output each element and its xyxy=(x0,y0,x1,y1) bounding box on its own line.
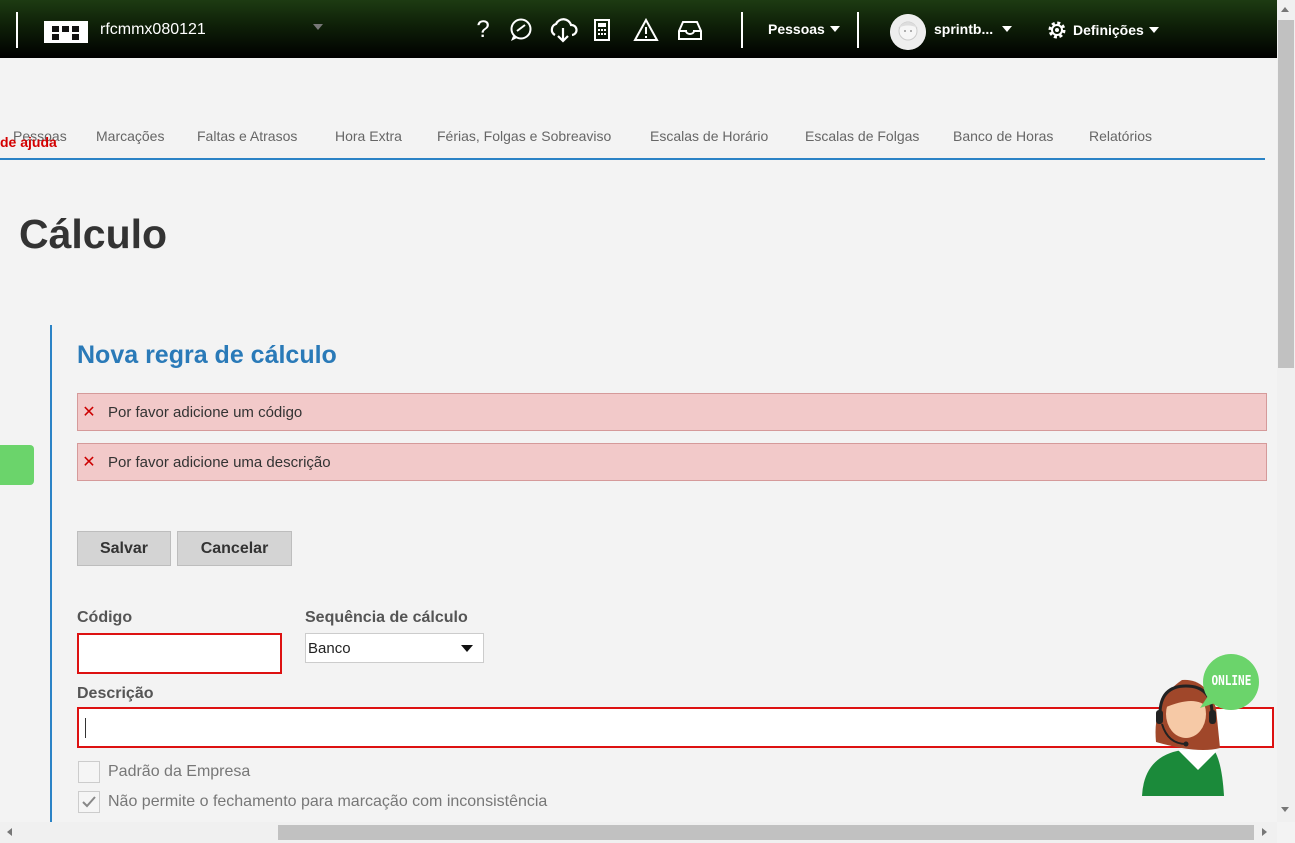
gear-icon xyxy=(1048,21,1066,39)
scroll-up-icon[interactable] xyxy=(1281,7,1289,12)
panel-border xyxy=(50,325,52,843)
sequence-label: Sequência de cálculo xyxy=(305,609,468,626)
chevron-down-icon[interactable] xyxy=(313,24,323,30)
settings-menu[interactable]: Definições xyxy=(1046,19,1159,41)
account-selector[interactable]: rfcmmx080121 xyxy=(100,21,206,39)
sequence-select[interactable]: Banco xyxy=(305,633,484,663)
error-icon: ✕ xyxy=(82,454,96,471)
cancel-button[interactable]: Cancelar xyxy=(177,531,292,566)
description-field[interactable] xyxy=(77,707,1274,748)
chat-bubble-icon[interactable] xyxy=(507,17,535,43)
divider xyxy=(857,12,859,48)
text-cursor xyxy=(85,718,86,738)
company-default-option[interactable]: Padrão da Empresa xyxy=(78,761,250,783)
inbox-icon[interactable] xyxy=(677,17,703,43)
side-tab[interactable] xyxy=(0,445,34,485)
nav-item-escalas-horario[interactable]: Escalas de Horário xyxy=(650,128,768,144)
no-close-option[interactable]: Não permite o fechamento para marcação c… xyxy=(78,791,547,813)
cloud-download-icon[interactable] xyxy=(547,17,579,43)
scroll-left-icon[interactable] xyxy=(7,828,12,836)
help-overlay-text[interactable]: de ajuda xyxy=(0,134,57,150)
top-bar: rfcmmx080121 ? Pessoas sprintb... Defini… xyxy=(0,0,1277,58)
people-menu[interactable]: Pessoas xyxy=(768,21,840,37)
main-nav: Pessoas Marcações Faltas e Atrasos Hora … xyxy=(0,118,1265,160)
scroll-right-icon[interactable] xyxy=(1262,828,1267,836)
page-title: Cálculo xyxy=(19,211,168,257)
user-menu[interactable]: sprintb... xyxy=(934,21,1013,37)
alert-error: ✕ Por favor adicione uma descrição xyxy=(77,443,1267,481)
alert-text: Por favor adicione um código xyxy=(108,403,303,421)
help-icon[interactable]: ? xyxy=(474,16,492,43)
code-field[interactable] xyxy=(77,633,282,674)
description-label: Descrição xyxy=(77,685,154,702)
sequence-selected: Banco xyxy=(308,639,351,657)
nav-item-marcacoes[interactable]: Marcações xyxy=(96,128,164,144)
warning-icon[interactable] xyxy=(633,17,659,43)
horizontal-scroll-thumb[interactable] xyxy=(278,825,1254,840)
nav-item-ferias[interactable]: Férias, Folgas e Sobreaviso xyxy=(437,128,611,144)
chevron-down-icon xyxy=(1148,27,1159,33)
code-label: Código xyxy=(77,609,133,626)
divider xyxy=(741,12,743,48)
checkmark-icon xyxy=(82,796,96,808)
chevron-down-icon xyxy=(461,645,473,652)
divider xyxy=(16,12,18,48)
save-button[interactable]: Salvar xyxy=(77,531,171,566)
alert-error: ✕ Por favor adicione um código xyxy=(77,393,1267,431)
nav-item-escalas-folgas[interactable]: Escalas de Folgas xyxy=(805,128,919,144)
company-default-checkbox[interactable] xyxy=(78,761,100,783)
nav-item-faltas-atrasos[interactable]: Faltas e Atrasos xyxy=(197,128,297,144)
nav-item-hora-extra[interactable]: Hora Extra xyxy=(335,128,402,144)
chat-status: ONLINE xyxy=(1211,674,1252,689)
nav-item-banco-horas[interactable]: Banco de Horas xyxy=(953,128,1053,144)
chevron-down-icon xyxy=(829,26,840,32)
chat-support-widget[interactable]: ONLINE xyxy=(1138,652,1262,800)
alert-text: Por favor adicione uma descrição xyxy=(108,453,331,471)
error-icon: ✕ xyxy=(82,404,96,421)
calculator-icon[interactable] xyxy=(593,17,611,43)
nav-item-relatorios[interactable]: Relatórios xyxy=(1089,128,1152,144)
app-logo[interactable] xyxy=(44,21,88,43)
avatar[interactable] xyxy=(890,14,926,50)
chevron-down-icon xyxy=(1002,26,1013,32)
no-close-checkbox[interactable] xyxy=(78,791,100,813)
vertical-scroll-thumb[interactable] xyxy=(1278,20,1294,368)
scroll-down-icon[interactable] xyxy=(1281,807,1289,812)
section-title: Nova regra de cálculo xyxy=(77,341,337,369)
